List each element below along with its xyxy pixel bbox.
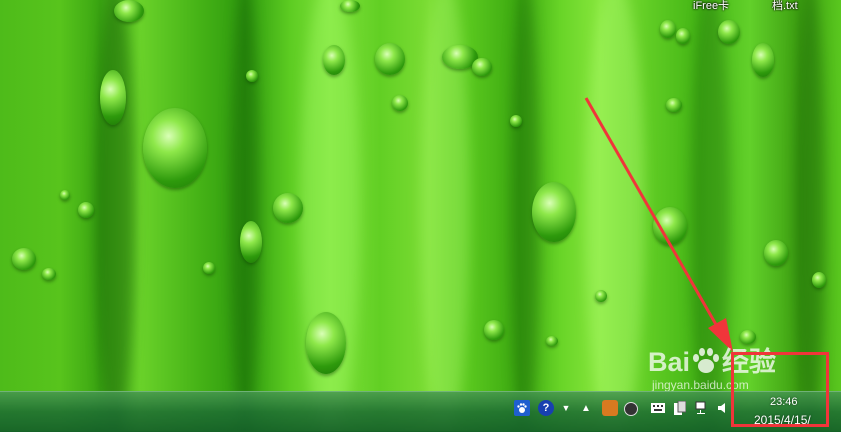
volume-icon[interactable]: [716, 400, 732, 416]
network-icon[interactable]: [694, 400, 710, 416]
baidu-paw-icon[interactable]: [514, 400, 530, 416]
desktop-icon-label[interactable]: 档.txt: [772, 0, 798, 13]
help-icon[interactable]: ?: [538, 400, 554, 416]
expand-arrow-icon[interactable]: ▼: [558, 400, 574, 416]
app-tray-icon[interactable]: [602, 400, 618, 416]
annotation-highlight-box: [731, 352, 829, 427]
desktop-icon-label[interactable]: iFree卡: [693, 0, 729, 13]
show-hidden-icon[interactable]: ▲: [578, 400, 594, 416]
keyboard-icon[interactable]: [650, 400, 666, 416]
phone-icon[interactable]: [672, 400, 688, 416]
paw-icon: [693, 348, 720, 373]
camera-icon[interactable]: [624, 402, 638, 416]
taskbar[interactable]: [0, 391, 841, 432]
